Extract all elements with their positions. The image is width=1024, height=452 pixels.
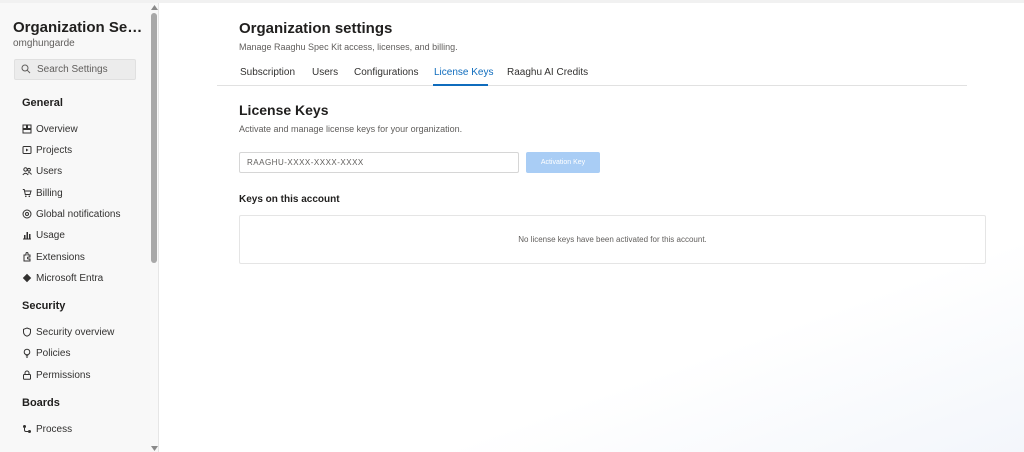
- org-title: Organization Settin...: [13, 19, 147, 36]
- sidebar-item-users[interactable]: Users: [22, 163, 62, 179]
- sidebar-item-label: Policies: [36, 347, 71, 359]
- entra-diamond-icon: [22, 273, 32, 283]
- sidebar: Organization Settin... omghungarde Gener…: [0, 3, 159, 452]
- license-key-input[interactable]: [239, 152, 519, 173]
- section-security: Security: [22, 300, 66, 312]
- sidebar-item-label: Overview: [36, 123, 78, 135]
- policies-bulb-icon: [22, 348, 32, 358]
- sidebar-item-label: Usage: [36, 229, 65, 241]
- search-box[interactable]: [14, 59, 136, 80]
- sidebar-item-global-notifications[interactable]: Global notifications: [22, 206, 121, 222]
- scroll-down-arrow-icon[interactable]: [150, 444, 158, 452]
- org-subtitle: omghungarde: [13, 38, 75, 49]
- notifications-icon: [22, 209, 32, 219]
- section-general: General: [22, 97, 63, 109]
- tab-raaghu-ai-credits[interactable]: Raaghu AI Credits: [507, 67, 588, 78]
- sidebar-item-label: Global notifications: [36, 208, 121, 220]
- empty-state-message: No license keys have been activated for …: [518, 235, 707, 244]
- sidebar-item-permissions[interactable]: Permissions: [22, 367, 90, 383]
- sidebar-item-projects[interactable]: Projects: [22, 142, 72, 158]
- keys-list-panel: No license keys have been activated for …: [239, 215, 986, 264]
- overview-icon: [22, 124, 32, 134]
- scroll-up-arrow-icon[interactable]: [150, 3, 158, 11]
- sidebar-item-label: Microsoft Entra: [36, 272, 104, 284]
- section-boards: Boards: [22, 397, 60, 409]
- lock-icon: [22, 370, 32, 380]
- main-content: Organization settings Manage Raaghu Spec…: [160, 3, 1024, 452]
- shield-icon: [22, 327, 32, 337]
- license-section-title: License Keys: [239, 102, 329, 118]
- extensions-icon: [22, 252, 32, 262]
- scrollbar-thumb[interactable]: [151, 13, 157, 263]
- sidebar-item-security-overview[interactable]: Security overview: [22, 324, 114, 340]
- sidebar-item-label: Extensions: [36, 251, 85, 263]
- keys-on-account-title: Keys on this account: [239, 194, 340, 205]
- projects-icon: [22, 145, 32, 155]
- sidebar-item-label: Security overview: [36, 326, 115, 338]
- sidebar-item-usage[interactable]: Usage: [22, 227, 65, 243]
- sidebar-item-policies[interactable]: Policies: [22, 345, 70, 361]
- sidebar-item-label: Billing: [36, 187, 63, 199]
- activation-key-button[interactable]: Activation Key: [526, 152, 600, 173]
- tab-subscription[interactable]: Subscription: [240, 67, 295, 78]
- page-description: Manage Raaghu Spec Kit access, licenses,…: [239, 42, 458, 52]
- sidebar-item-process[interactable]: Process: [22, 421, 72, 437]
- usage-chart-icon: [22, 230, 32, 240]
- sidebar-item-label: Users: [36, 165, 63, 177]
- page-title: Organization settings: [239, 20, 393, 37]
- sidebar-item-microsoft-entra[interactable]: Microsoft Entra: [22, 270, 103, 286]
- users-icon: [22, 166, 32, 176]
- license-section-description: Activate and manage license keys for you…: [239, 124, 463, 134]
- search-input[interactable]: [37, 64, 133, 75]
- tab-users[interactable]: Users: [312, 67, 338, 78]
- sidebar-item-extensions[interactable]: Extensions: [22, 249, 85, 265]
- tab-configurations[interactable]: Configurations: [354, 67, 418, 78]
- sidebar-item-overview[interactable]: Overview: [22, 121, 78, 137]
- search-icon: [21, 61, 31, 79]
- sidebar-item-label: Projects: [36, 144, 73, 156]
- process-icon: [22, 424, 32, 434]
- sidebar-item-label: Permissions: [36, 369, 91, 381]
- sidebar-scrollbar[interactable]: [150, 3, 158, 452]
- settings-tabs: Subscription Users Configurations Licens…: [217, 63, 967, 86]
- active-tab-indicator: [433, 84, 488, 86]
- sidebar-item-billing[interactable]: Billing: [22, 185, 63, 201]
- billing-cart-icon: [22, 188, 32, 198]
- sidebar-item-label: Process: [36, 423, 73, 435]
- tab-license-keys[interactable]: License Keys: [434, 67, 493, 78]
